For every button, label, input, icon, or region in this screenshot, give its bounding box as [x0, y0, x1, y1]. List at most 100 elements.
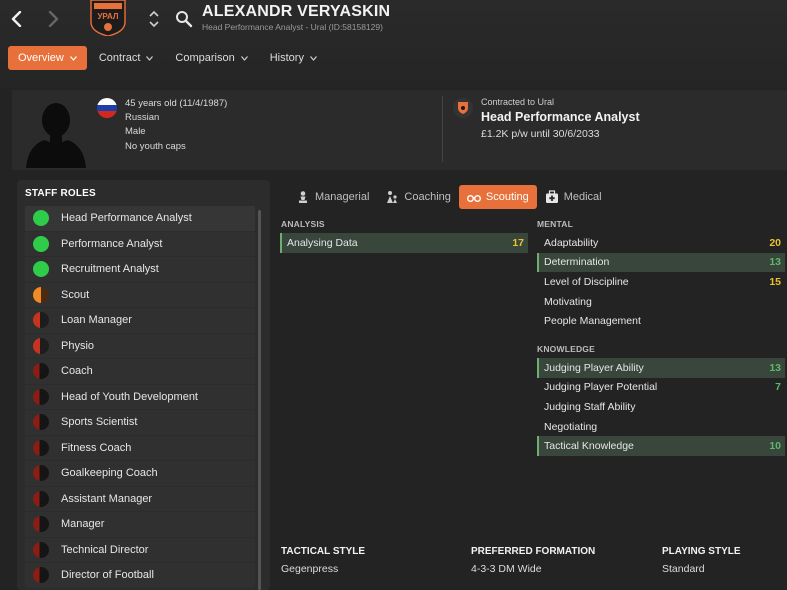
attribute-row[interactable]: Analysing Data 17	[280, 233, 528, 253]
role-rating-icon	[33, 363, 49, 380]
up-down-switcher-icon[interactable]	[147, 8, 161, 30]
role-row[interactable]: Head of Youth Development	[25, 384, 255, 410]
tab-contract[interactable]: Contract	[89, 46, 164, 70]
attribute-row[interactable]: Judging Player Ability 13	[537, 358, 785, 378]
forward-button[interactable]	[42, 8, 64, 30]
role-label: Director of Football	[61, 569, 154, 582]
attribute-row[interactable]: Level of Discipline 15	[537, 272, 785, 292]
subtab-coaching[interactable]: Coaching	[377, 185, 458, 209]
role-row[interactable]: Loan Manager	[25, 308, 255, 334]
age-text: 45 years old (11/4/1987)	[125, 98, 228, 109]
role-row[interactable]: Goalkeeping Coach	[25, 461, 255, 487]
club-badge-text: УРАЛ	[97, 12, 118, 21]
playing-style-label: PLAYING STYLE	[662, 546, 741, 557]
role-label: Performance Analyst	[61, 237, 163, 250]
role-label: Assistant Manager	[61, 492, 153, 505]
main-tabs: Overview Contract Comparison History	[8, 46, 327, 70]
role-row[interactable]: Head Performance Analyst	[25, 206, 255, 232]
gender-text: Male	[125, 126, 146, 138]
attribute-row[interactable]: People Management	[537, 311, 785, 331]
subtab-medical[interactable]: Medical	[537, 185, 610, 209]
role-rating-icon	[33, 210, 49, 227]
role-row[interactable]: Scout	[25, 282, 255, 308]
medical-kit-icon	[545, 190, 558, 203]
role-label: Sports Scientist	[61, 416, 138, 429]
chevron-down-icon	[240, 55, 248, 61]
nationality-text: Russian	[125, 112, 160, 124]
attribute-label: Analysing Data	[287, 236, 358, 249]
attribute-row[interactable]: Negotiating	[537, 417, 785, 437]
attribute-row[interactable]: Judging Player Potential 7	[537, 378, 785, 398]
attribute-label: Motivating	[544, 295, 592, 308]
subtab-label: Managerial	[315, 191, 370, 203]
attribute-label: Tactical Knowledge	[544, 440, 634, 453]
search-icon[interactable]	[175, 10, 193, 28]
role-label: Technical Director	[61, 543, 149, 556]
role-row[interactable]: Sports Scientist	[25, 410, 255, 436]
attribute-row[interactable]: Determination 13	[537, 252, 785, 273]
analysis-title: ANALYSIS	[281, 219, 325, 229]
chevron-down-icon	[146, 55, 154, 61]
role-rating-icon	[33, 465, 49, 482]
attribute-row[interactable]: Adaptability 20	[537, 233, 785, 253]
role-rating-icon	[33, 567, 49, 584]
tab-label: History	[269, 52, 304, 64]
role-row[interactable]: Recruitment Analyst	[25, 257, 255, 283]
contract-club-badge[interactable]	[453, 98, 473, 118]
roles-scrollbar[interactable]	[258, 210, 261, 590]
divider	[442, 96, 443, 162]
attribute-row[interactable]: Judging Staff Ability	[537, 397, 785, 417]
tab-comparison[interactable]: Comparison	[165, 46, 257, 70]
role-row[interactable]: Fitness Coach	[25, 435, 255, 461]
binoculars-icon	[466, 194, 481, 202]
role-label: Manager	[61, 518, 105, 531]
role-row[interactable]: Performance Analyst	[25, 231, 255, 257]
subtab-scouting[interactable]: Scouting	[458, 185, 537, 209]
knowledge-list: Judging Player Ability 13 Judging Player P…	[537, 358, 785, 456]
attribute-value: 17	[512, 236, 524, 249]
chess-pawn-icon	[299, 191, 307, 203]
subtab-label: Coaching	[404, 191, 451, 203]
avatar	[26, 103, 86, 168]
role-rating-icon	[33, 541, 49, 558]
playing-style-value: Standard	[662, 563, 705, 575]
contract-wage: £1.2K p/w until 30/6/2033	[481, 128, 600, 140]
role-row[interactable]: Technical Director	[25, 537, 255, 563]
role-label: Recruitment Analyst	[61, 263, 159, 276]
role-row[interactable]: Director of Football	[25, 563, 255, 589]
role-row[interactable]: Assistant Manager	[25, 486, 255, 512]
mental-title: MENTAL	[537, 219, 573, 229]
contract-label: Contracted to Ural	[481, 97, 555, 107]
role-row[interactable]: Physio	[25, 333, 255, 359]
attribute-label: Judging Staff Ability	[544, 400, 636, 413]
attribute-row[interactable]: Motivating	[537, 292, 785, 312]
tab-label: Contract	[98, 52, 141, 64]
club-badge-icon[interactable]: УРАЛ	[88, 0, 128, 36]
attribute-label: Judging Player Ability	[544, 361, 644, 374]
attribute-row[interactable]: Tactical Knowledge 10	[537, 436, 785, 456]
role-rating-icon	[33, 388, 49, 405]
role-label: Scout	[61, 288, 90, 301]
role-row[interactable]: Manager	[25, 512, 255, 538]
role-rating-icon	[33, 516, 49, 533]
attribute-value: 15	[769, 275, 781, 288]
personal-info: 45 years old (11/4/1987) Russian Male No…	[125, 97, 227, 154]
tab-overview[interactable]: Overview	[8, 46, 87, 70]
subtab-label: Scouting	[485, 191, 529, 203]
role-rating-icon	[33, 235, 49, 252]
attribute-value: 7	[775, 381, 781, 394]
role-label: Head of Youth Development	[61, 390, 198, 403]
chevron-down-icon	[310, 55, 317, 61]
role-rating-icon	[33, 490, 49, 507]
role-label: Head Performance Analyst	[61, 212, 192, 225]
coaching-icon	[387, 191, 398, 203]
role-row[interactable]: Coach	[25, 359, 255, 385]
tab-history[interactable]: History	[260, 46, 327, 70]
attribute-value: 10	[769, 440, 781, 453]
back-button[interactable]	[6, 8, 28, 30]
role-rating-icon	[33, 261, 49, 278]
role-label: Fitness Coach	[61, 441, 132, 454]
tab-label: Overview	[18, 52, 64, 64]
subtab-managerial[interactable]: Managerial	[288, 185, 377, 209]
role-rating-icon	[33, 337, 49, 354]
